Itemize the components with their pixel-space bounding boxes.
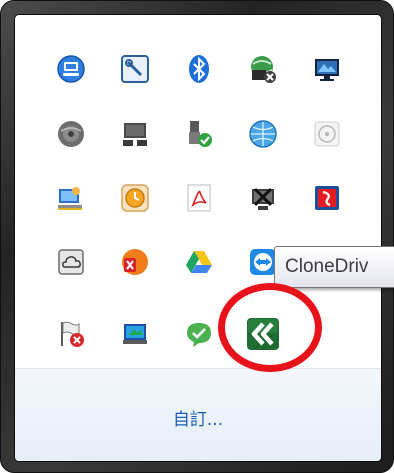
line-chat-icon[interactable] (181, 316, 217, 352)
network-status-icon[interactable] (245, 51, 281, 87)
disc-drive-icon[interactable] (309, 116, 345, 152)
alarm-clock-icon[interactable] (117, 180, 153, 216)
icon-tooltip: CloneDriv (274, 246, 394, 288)
screen-capture-icon[interactable] (117, 316, 153, 352)
tray-overflow-flyout: 自訂... (0, 0, 394, 473)
clonedrive-icon[interactable] (245, 316, 281, 352)
disconnected-network-icon[interactable] (245, 180, 281, 216)
tray-icon-grid (15, 15, 381, 375)
tray-overflow-panel: 自訂... (14, 14, 382, 462)
computer-user-icon[interactable] (53, 180, 89, 216)
google-drive-icon[interactable] (181, 244, 217, 280)
action-center-flag-icon[interactable] (53, 316, 89, 352)
safely-remove-hardware-icon[interactable] (181, 116, 217, 152)
display-monitor-icon[interactable] (309, 51, 345, 87)
config-tool-icon[interactable] (117, 51, 153, 87)
printer-icon[interactable] (117, 116, 153, 152)
globe-icon[interactable] (245, 116, 281, 152)
red-app-icon[interactable] (309, 180, 345, 216)
cloud-sync-icon[interactable] (53, 244, 89, 280)
acrobat-icon[interactable] (181, 180, 217, 216)
office-icon[interactable] (117, 244, 153, 280)
customize-link[interactable]: 自訂... (15, 405, 381, 430)
network-computer-icon[interactable] (53, 51, 89, 87)
tray-flyout-footer: 自訂... (15, 368, 381, 461)
bluetooth-icon[interactable] (181, 51, 217, 87)
speaker-disc-icon[interactable] (53, 116, 89, 152)
